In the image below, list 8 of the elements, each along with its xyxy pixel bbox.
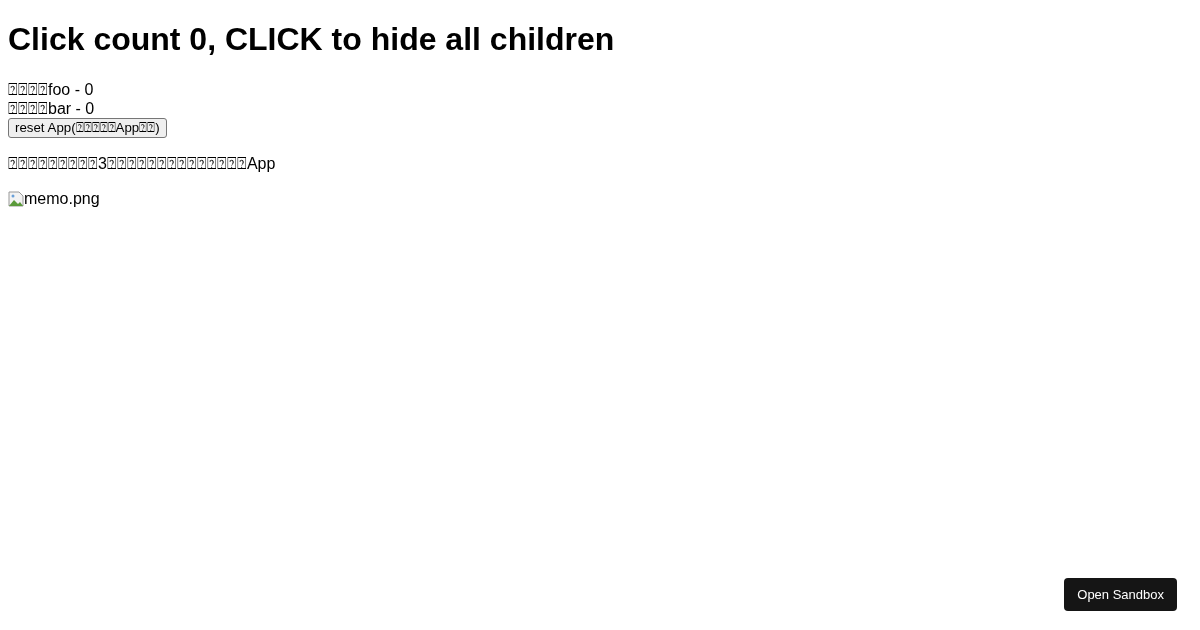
note-text: ⍰⍰⍰⍰⍰⍰⍰⍰⍰3⍰⍰⍰⍰⍰⍰⍰⍰⍰⍰⍰⍰⍰⍰App: [8, 154, 277, 173]
page-heading: Click count 0, CLICK to hide all children: [8, 21, 616, 58]
reset-button[interactable]: reset App(⍰⍰⍰⍰⍰App⍰⍰): [8, 118, 167, 138]
child-label: ⍰⍰⍰⍰bar - 0: [8, 99, 96, 118]
image-alt-text: memo.png: [24, 189, 100, 208]
child-label: ⍰⍰⍰⍰foo - 0: [8, 80, 95, 99]
open-sandbox-button[interactable]: Open Sandbox: [1064, 578, 1177, 611]
broken-image-icon: [8, 190, 24, 207]
